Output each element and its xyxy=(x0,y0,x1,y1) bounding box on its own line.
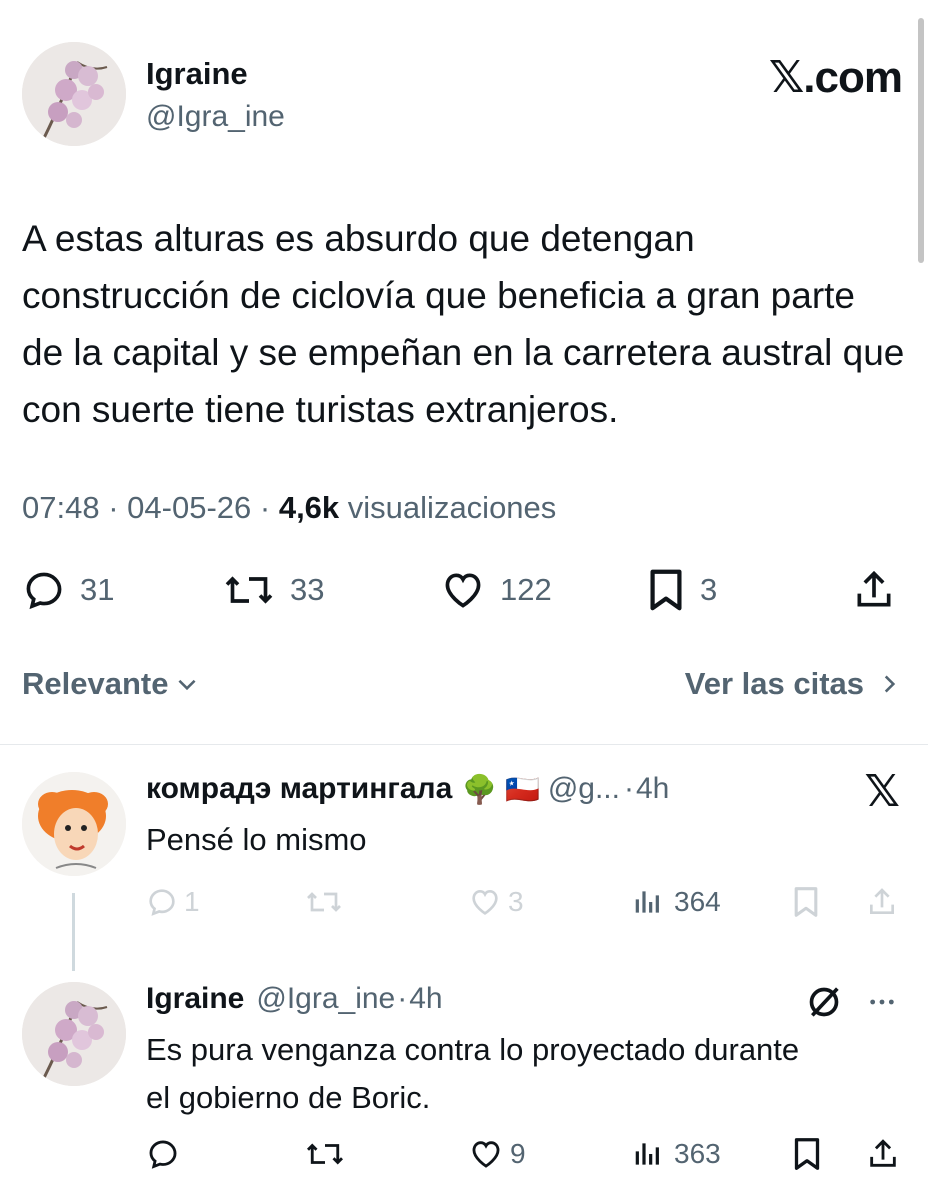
author-name[interactable]: Igraine xyxy=(146,56,248,92)
author-avatar[interactable] xyxy=(22,42,126,146)
separator: · xyxy=(623,772,634,805)
repost-icon xyxy=(306,1143,344,1165)
tweet-date[interactable]: 04-05-26 xyxy=(127,490,251,525)
reply-count: 1 xyxy=(184,886,200,917)
chevron-down-icon xyxy=(178,679,196,691)
share-button[interactable] xyxy=(866,1132,900,1176)
reply-author-name[interactable]: комрадэ мартингала xyxy=(146,772,452,806)
separator: · xyxy=(108,490,119,525)
tweet-time[interactable]: 07:48 xyxy=(22,490,100,525)
bar-chart-icon xyxy=(635,1143,659,1165)
views-button[interactable]: 363 xyxy=(632,1132,721,1176)
reply-icon xyxy=(149,1140,177,1169)
like-button[interactable]: 9 xyxy=(468,1132,526,1176)
reply-time[interactable]: 4h xyxy=(409,982,442,1016)
like-count: 9 xyxy=(510,1138,526,1169)
reply-header: Igraine @Igra_ine · 4h xyxy=(146,982,443,1016)
heart-icon xyxy=(445,573,481,608)
reply-button[interactable]: 31 xyxy=(22,560,114,620)
reply-author-name[interactable]: Igraine xyxy=(146,982,244,1016)
share-button[interactable] xyxy=(866,880,898,924)
reply-avatar[interactable] xyxy=(22,982,126,1086)
reply-button[interactable]: 1 xyxy=(146,880,200,924)
more-options-icon[interactable] xyxy=(862,986,902,1018)
like-count: 122 xyxy=(500,572,552,607)
views-button[interactable]: 364 xyxy=(632,880,721,924)
reply-actions: 9 363 xyxy=(146,1132,906,1176)
repost-button[interactable]: 33 xyxy=(222,560,324,620)
reply-author-emoji: 🌳 🇨🇱 xyxy=(462,773,540,805)
repost-count: 33 xyxy=(290,572,325,607)
repost-icon xyxy=(225,576,273,604)
main-tweet-header: Igraine @Igra_ine 𝕏.com xyxy=(22,42,903,152)
reply-text: Es pura venganza contra lo proyectado du… xyxy=(146,1032,800,1115)
reply-item[interactable]: Igraine @Igra_ine · 4h Es pura venganza … xyxy=(0,982,928,1182)
bookmark-button[interactable] xyxy=(792,1132,822,1176)
view-quotes-label: Ver las citas xyxy=(684,666,864,701)
heart-icon xyxy=(472,1141,500,1168)
bookmark-count: 3 xyxy=(700,572,718,607)
views-count: 364 xyxy=(674,886,721,917)
separator: · xyxy=(259,490,271,525)
like-count: 3 xyxy=(508,886,524,917)
repost-icon xyxy=(307,892,341,912)
reply-time[interactable]: 4h xyxy=(636,772,669,806)
share-icon xyxy=(870,888,894,914)
bookmark-icon xyxy=(794,1138,820,1170)
grok-icon[interactable] xyxy=(804,982,844,1022)
bar-chart-icon xyxy=(635,891,659,913)
bookmark-icon xyxy=(794,887,818,917)
repost-button[interactable] xyxy=(304,1132,346,1176)
chevron-right-icon xyxy=(884,675,896,693)
views-count: 363 xyxy=(674,1138,721,1169)
x-logo-icon: 𝕏 xyxy=(864,767,900,816)
share-icon xyxy=(857,570,891,607)
views-count: 4,6k xyxy=(278,490,340,525)
views-label: visualizaciones xyxy=(347,490,557,525)
like-button[interactable]: 3 xyxy=(468,880,524,924)
heart-icon xyxy=(472,889,498,915)
scrollbar[interactable] xyxy=(918,18,924,263)
brand-logo: 𝕏.com xyxy=(768,53,903,102)
sort-dropdown[interactable]: Relevante xyxy=(22,666,200,702)
view-quotes-link[interactable]: Ver las citas xyxy=(685,666,902,702)
reply-button[interactable] xyxy=(146,1132,180,1176)
tweet-actions: 31 33 122 3 xyxy=(22,560,902,620)
reply-icon xyxy=(26,572,62,610)
author-handle[interactable]: @Igra_ine xyxy=(146,100,285,134)
divider xyxy=(0,744,928,745)
share-icon xyxy=(870,1139,896,1167)
reply-text: Pensé lo mismo xyxy=(146,822,367,857)
reply-count: 31 xyxy=(80,572,115,607)
tweet-meta: 07:48 · 04-05-26 · 4,6k visualizaciones xyxy=(22,490,556,526)
bookmark-icon xyxy=(650,569,682,611)
reply-author-handle[interactable]: @g... xyxy=(548,772,620,806)
separator: · xyxy=(397,982,408,1015)
reply-author-handle[interactable]: @Igra_ine xyxy=(256,982,395,1016)
bookmark-button[interactable] xyxy=(792,880,820,924)
like-button[interactable]: 122 xyxy=(440,560,552,620)
thread-line xyxy=(72,893,75,971)
replies-sort-bar: Relevante Ver las citas xyxy=(22,666,902,710)
reply-header: комрадэ мартингала 🌳 🇨🇱 @g... · 4h xyxy=(146,772,669,806)
sort-label: Relevante xyxy=(22,666,169,701)
reply-item[interactable]: комрадэ мартингала 🌳 🇨🇱 @g... · 4h 𝕏 Pen… xyxy=(0,767,928,924)
share-button[interactable] xyxy=(852,560,896,620)
reply-avatar[interactable] xyxy=(22,772,126,876)
tweet-text: A estas alturas es absurdo que detengan … xyxy=(22,218,905,430)
bookmark-button[interactable]: 3 xyxy=(646,560,717,620)
reply-icon xyxy=(149,889,175,916)
repost-button[interactable] xyxy=(304,880,344,924)
